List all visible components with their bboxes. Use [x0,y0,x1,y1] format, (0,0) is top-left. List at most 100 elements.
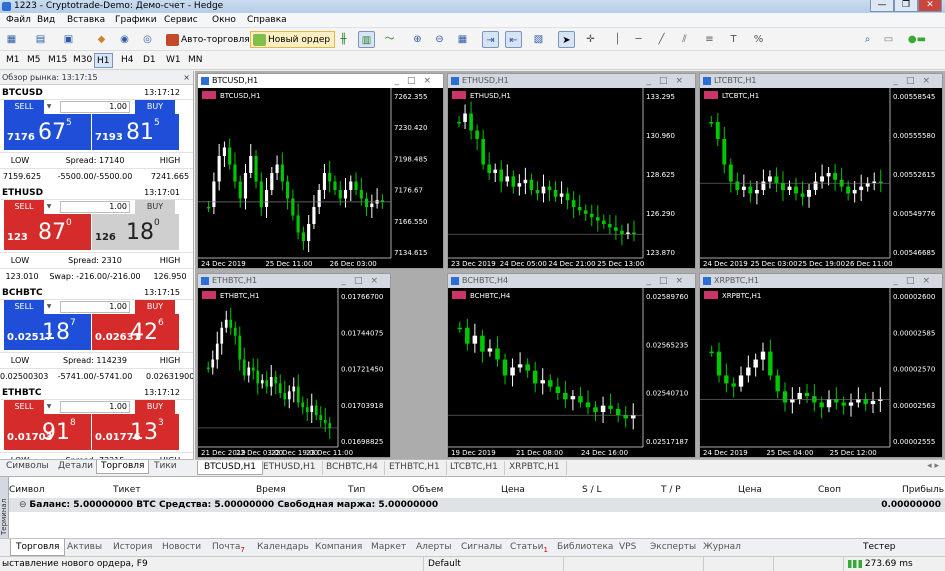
maximize-button[interactable]: ❐ [894,0,918,12]
fibonacci-icon[interactable]: ≡ [701,31,718,48]
sell-button[interactable]: SELL [4,300,44,314]
chart-shift-icon[interactable]: ⇤ [505,31,522,48]
price-chart[interactable]: BTCUSD,H1 7262.355 7230.420 7198.485 7176.67… [198,88,443,268]
buy-price-box[interactable]: 0.01776 13 3 [92,414,179,450]
lot-input[interactable]: 1.00 [60,201,130,213]
data-window-icon[interactable]: ◉ [116,31,133,48]
lot-down-icon[interactable]: ▼ [44,403,54,411]
buy-price-box[interactable]: 0.02631 42 6 [92,314,179,350]
ttab-signals[interactable]: Сигналы [456,539,507,556]
connection-toggle-icon[interactable]: ●▬ [903,31,931,48]
chart-window[interactable]: XRPBTC,H1 _□× XRPBTC,H1 0.00002600 0.0000258… [699,273,943,458]
sell-price-box[interactable]: 123 87 0 [4,214,91,250]
tile-windows-icon[interactable]: ▦ [454,31,471,48]
buy-price-box[interactable]: 126 18 0 [92,214,179,250]
search-icon[interactable]: ⌕ [859,31,876,48]
price-chart[interactable]: XRPBTC,H1 0.00002600 0.00002585 0.00002570 0… [700,288,942,457]
chart-window[interactable]: ETHBTC,H1 _□× ETHBTC,H1 0.01766700 0.0174407… [197,273,391,458]
buy-button[interactable]: BUY [135,100,175,114]
buy-button[interactable]: BUY [135,300,175,314]
zoom-out-icon[interactable]: ⊖ [431,31,448,48]
chart-titlebar[interactable]: ETHUSD,H1 _□× [448,74,695,88]
one-click-trading-icon[interactable] [452,91,466,99]
chart-tab-ethbtc[interactable]: ETHBTC,H1 [383,461,447,475]
chart-window-controls[interactable]: _□× [341,274,386,288]
auto-trading-button[interactable]: Авто-торговля [163,31,255,48]
col-swap[interactable]: Своп [818,484,841,496]
strategy-tester-tab[interactable]: Тестер стратегий [858,539,945,568]
ttab-articles[interactable]: Статьи1 [505,539,553,556]
tf-d1[interactable]: D1 [141,53,158,68]
menu-view[interactable]: Вид [34,14,58,27]
new-order-button[interactable]: Новый ордер [250,31,336,48]
horizontal-line-icon[interactable]: ─ [630,31,647,48]
crosshair-icon[interactable]: ✛ [582,31,599,48]
market-watch-icon[interactable]: ◆ [93,31,110,48]
sell-button[interactable]: SELL [4,200,44,214]
chart-window-controls[interactable]: _□× [893,74,938,88]
symbol-header[interactable]: BTCUSD 13:17:12 [0,86,193,100]
chart-window[interactable]: LTCBTC,H1 _□× LTCBTC,H1 0.00558545 0.0055558… [699,73,943,269]
one-click-trading-icon[interactable] [202,291,216,299]
channel-icon[interactable]: ⫽ [676,31,693,48]
signals-icon[interactable]: ◎ [139,31,156,48]
new-chart-icon[interactable]: ▦ [3,31,20,48]
ttab-news[interactable]: Новости [157,539,206,556]
navigator-icon[interactable]: ▣ [60,31,77,48]
price-chart[interactable]: ETHUSD,H1 133.295 130.960 128.625 126.290 123… [448,88,695,268]
tab-symbols[interactable]: Символы [2,460,53,474]
ttab-history[interactable]: История [108,539,157,556]
sell-price-box[interactable]: 0.02517 18 7 [4,314,91,350]
sell-button[interactable]: SELL [4,400,44,414]
symbol-header[interactable]: ETHUSD 13:17:01 [0,186,193,200]
price-chart[interactable]: BCHBTC,H4 0.02589760 0.02565235 0.02540710 0… [448,288,695,457]
ttab-journal[interactable]: Журнал [698,539,746,556]
ttab-company[interactable]: Компания [310,539,367,556]
tab-details[interactable]: Детали [54,460,97,474]
symbol-header[interactable]: BCHBTC 13:17:15 [0,286,193,300]
ttab-experts[interactable]: Эксперты [645,539,701,556]
chart-titlebar[interactable]: ETHBTC,H1 _□× [198,274,390,288]
menu-file[interactable]: Файл [3,14,34,27]
chart-window[interactable]: BTCUSD,H1 _□× BTCUSD,H1 7262.355 7230.420 719… [197,73,444,269]
ttab-calendar[interactable]: Календарь [252,539,314,556]
chart-titlebar[interactable]: BTCUSD,H1 _□× [198,74,443,88]
chart-tab-bchbtc[interactable]: BCHBTC,H4 [320,461,385,475]
tab-ticks[interactable]: Тики [150,460,181,474]
vertical-line-icon[interactable]: │ [609,31,626,48]
chart-window-controls[interactable]: _□× [893,274,938,288]
tf-w1[interactable]: W1 [164,53,183,68]
one-click-trading-icon[interactable] [202,91,216,99]
chart-tab-btcusd[interactable]: BTCUSD,H1 [197,461,264,475]
col-symbol[interactable]: Символ [9,484,45,496]
lot-input[interactable]: 1.00 [60,301,130,313]
bar-chart-icon[interactable]: ╫ [335,31,352,48]
lot-down-icon[interactable]: ▼ [44,203,54,211]
buy-button[interactable]: BUY [135,200,175,214]
one-click-trading-icon[interactable] [704,291,718,299]
menu-tools[interactable]: Сервис [161,14,201,27]
shapes-icon[interactable]: % [750,31,767,48]
ttab-market[interactable]: Маркет [366,539,411,556]
zoom-in-icon[interactable]: ⊕ [409,31,426,48]
sell-price-box[interactable]: 0.01703 91 8 [4,414,91,450]
col-volume[interactable]: Объем [412,484,443,496]
price-chart[interactable]: LTCBTC,H1 0.00558545 0.00555580 0.00552615 0… [700,88,942,268]
profiles-icon[interactable]: ▤ [32,31,49,48]
chart-titlebar[interactable]: BCHBTC,H4 _□× [448,274,695,288]
chart-window-controls[interactable]: _□× [394,74,439,88]
lot-down-icon[interactable]: ▼ [44,303,54,311]
menu-insert[interactable]: Вставка [64,14,108,27]
tab-trading[interactable]: Торговля [96,460,150,474]
price-chart[interactable]: ETHBTC,H1 0.01766700 0.01744075 0.01721450 0… [198,288,390,457]
symbol-header[interactable]: ETHBTC 13:17:12 [0,386,193,400]
col-price2[interactable]: Цена [738,484,762,496]
buy-price-box[interactable]: 7193 81 5 [92,114,179,150]
col-profit[interactable]: Прибыль [902,484,944,496]
col-tp[interactable]: T / P [661,484,681,496]
cursor-icon[interactable]: ➤ [558,31,575,48]
chart-window-controls[interactable]: _□× [646,74,691,88]
chart-tab-ltcbtc[interactable]: LTCBTC,H1 [444,461,505,475]
text-icon[interactable]: T [725,31,742,48]
chart-window[interactable]: ETHUSD,H1 _□× ETHUSD,H1 133.295 130.960 128.6… [447,73,696,269]
